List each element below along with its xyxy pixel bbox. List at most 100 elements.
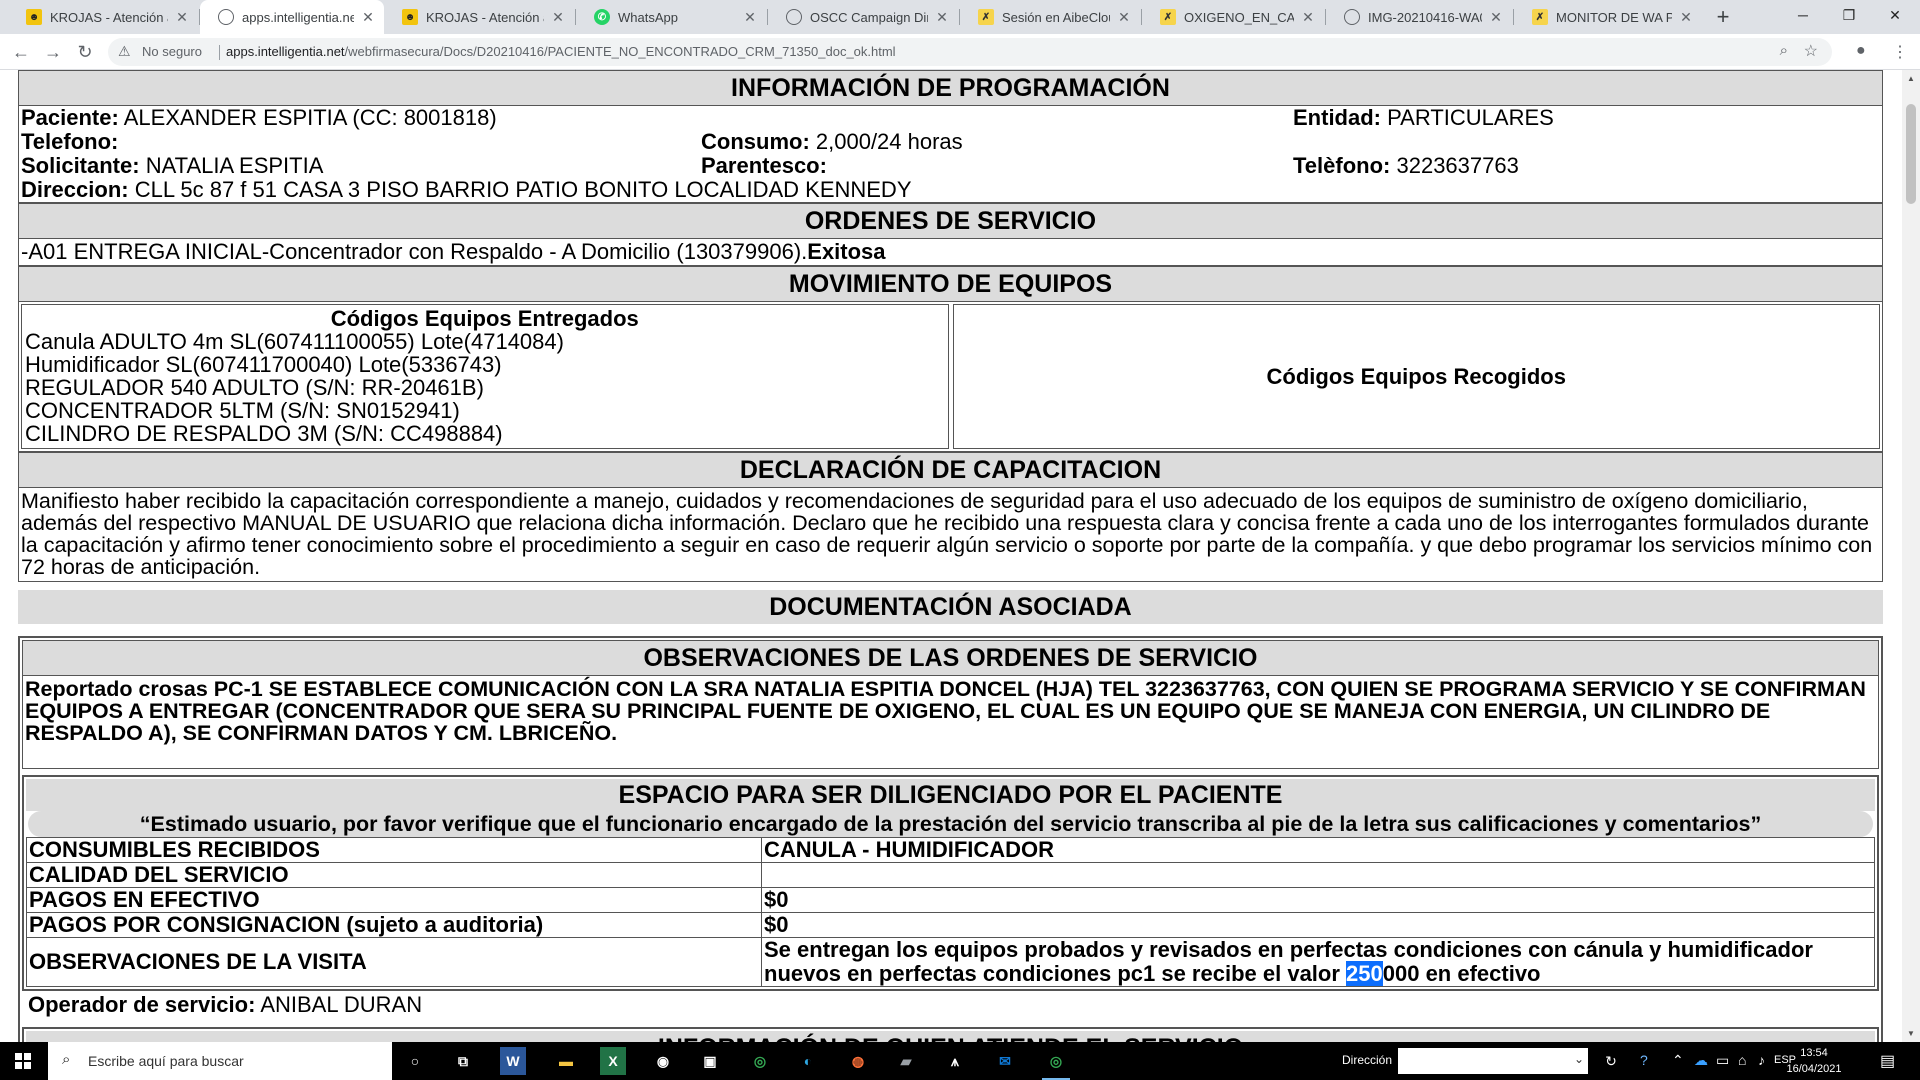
scroll-up-icon[interactable]: ▲ <box>1902 70 1920 87</box>
browser-tab[interactable]: ✆ WhatsApp ✕ <box>576 0 766 34</box>
browser-tab[interactable]: ✗ OXIGENO_EN_CASA (S ✕ <box>1142 0 1324 34</box>
security-label[interactable]: No seguro <box>142 44 202 59</box>
row-value: $0 <box>761 887 1875 913</box>
store-icon[interactable]: ▣ <box>692 1047 728 1075</box>
operador-label: Operador de servicio: <box>28 992 256 1017</box>
vertical-scrollbar[interactable]: ▲ ▼ <box>1902 70 1920 1042</box>
capacitacion-text: Manifiesto haber recibido la capacitació… <box>18 488 1883 582</box>
camera-icon[interactable]: ◉ <box>645 1047 681 1075</box>
equipos-recogidos: Códigos Equipos Recogidos <box>952 304 1880 449</box>
browser-tab[interactable]: ☻ KROJAS - Atención al U ✕ <box>8 0 198 34</box>
help-icon[interactable]: ? <box>1640 1052 1648 1068</box>
excel-icon[interactable]: X <box>600 1047 626 1075</box>
close-icon[interactable]: ✕ <box>934 9 950 26</box>
text-selection[interactable]: 250 <box>1346 961 1383 986</box>
app-icon[interactable]: ⩚ <box>937 1047 973 1075</box>
browser-tab[interactable]: OSCC Campaign Direct ✕ <box>768 0 958 34</box>
battery-icon[interactable]: ▭ <box>1716 1052 1729 1069</box>
chrome-icon[interactable]: ◎ <box>742 1047 778 1075</box>
close-icon[interactable]: ✕ <box>1300 9 1316 26</box>
close-icon[interactable]: ✕ <box>550 9 566 26</box>
browser-toolbar: ← → ↻ ⚠ No seguro apps.intelligentia.net… <box>0 34 1920 70</box>
windows-taskbar: ⌕ Escribe aquí para buscar ○ ⧉ W ▬ X ◉ ▣… <box>0 1042 1920 1080</box>
search-placeholder: Escribe aquí para buscar <box>88 1053 244 1069</box>
notifications-icon[interactable]: ▤ <box>1880 1051 1895 1071</box>
equipos-entregados: Códigos Equipos Entregados Canula ADULTO… <box>21 304 949 449</box>
start-button[interactable] <box>0 1042 48 1080</box>
cortana-icon[interactable]: ○ <box>397 1047 433 1075</box>
restore-icon[interactable]: ❐ <box>1826 0 1872 30</box>
espacio-paciente-box: ESPACIO PARA SER DILIGENCIADO POR EL PAC… <box>22 775 1879 991</box>
browser-tab-active[interactable]: apps.intelligentia.net/w ✕ <box>200 0 384 34</box>
globe-icon <box>218 9 234 25</box>
scroll-down-icon[interactable]: ▼ <box>1902 1025 1920 1042</box>
back-icon[interactable]: ← <box>8 40 34 64</box>
onedrive-icon[interactable]: ☁ <box>1694 1052 1708 1069</box>
x-logo-icon: ✗ <box>1532 9 1548 25</box>
chevron-down-icon[interactable]: ⌄ <box>1574 1052 1584 1066</box>
clock[interactable]: 13:54 16/04/2021 <box>1784 1045 1844 1077</box>
direccion-label: Direccion: <box>21 177 129 202</box>
firefox-icon[interactable]: ◍ <box>840 1047 876 1075</box>
row-label: CALIDAD DEL SERVICIO <box>26 862 762 888</box>
minimize-icon[interactable]: ─ <box>1780 0 1826 30</box>
yellow-square-icon: ☻ <box>402 9 418 25</box>
documentacion-box: OBSERVACIONES DE LAS ORDENES DE SERVICIO… <box>18 636 1883 1042</box>
close-icon[interactable]: ✕ <box>1116 9 1132 26</box>
bookmark-star-icon[interactable]: ☆ <box>1804 41 1818 61</box>
close-icon[interactable]: ✕ <box>1488 9 1504 26</box>
close-window-icon[interactable]: ✕ <box>1872 0 1918 30</box>
observaciones-visita-value: Se entregan los equipos probados y revis… <box>761 937 1875 987</box>
forward-icon[interactable]: → <box>40 40 66 64</box>
mail-icon[interactable]: ✉ <box>987 1047 1023 1075</box>
scrollbar-thumb[interactable] <box>1906 104 1916 204</box>
profile-avatar-icon[interactable]: ● <box>1856 42 1866 60</box>
espacio-paciente-table: CONSUMIBLES RECIBIDOS CANULA - HUMIDIFIC… <box>26 837 1875 987</box>
tab-title: OXIGENO_EN_CASA (S <box>1184 9 1294 25</box>
url-text[interactable]: apps.intelligentia.net/webfirmasecura/Do… <box>226 44 896 59</box>
volume-icon[interactable]: ♪ <box>1758 1052 1765 1068</box>
x-logo-icon: ✗ <box>978 9 994 25</box>
tab-title: KROJAS - Atención al U <box>426 9 544 25</box>
browser-tab[interactable]: ✗ Sesión en AibeCloud: S ✕ <box>960 0 1140 34</box>
telefono2-value: 3223637763 <box>1396 153 1519 178</box>
section-header-observaciones: OBSERVACIONES DE LAS ORDENES DE SERVICIO <box>22 640 1879 676</box>
warning-icon[interactable]: ⚠ <box>118 43 131 60</box>
equipos-recogidos-title: Códigos Equipos Recogidos <box>1266 364 1566 389</box>
task-view-icon[interactable]: ⧉ <box>445 1047 481 1075</box>
tab-title: IMG-20210416-WA000 <box>1368 9 1482 25</box>
close-icon[interactable]: ✕ <box>360 9 376 26</box>
section-header-quien-atiende: INFORMACIÓN DE QUIEN ATIENDE EL SERVICIO <box>26 1031 1875 1042</box>
obs-text-after: 000 en efectivo <box>1382 961 1541 986</box>
address-bar[interactable]: ⚠ No seguro apps.intelligentia.net/webfi… <box>108 38 1832 66</box>
browser-tab[interactable]: IMG-20210416-WA000 ✕ <box>1326 0 1512 34</box>
browser-tab[interactable]: ✗ MONITOR DE WA PEN ✕ <box>1514 0 1702 34</box>
close-icon[interactable]: ✕ <box>174 9 190 26</box>
menu-kebab-icon[interactable]: ⋮ <box>1892 42 1908 62</box>
chevron-up-icon[interactable]: ⌃ <box>1672 1052 1684 1069</box>
reload-icon[interactable]: ↻ <box>72 40 98 64</box>
row-value: $0 <box>761 912 1875 938</box>
taskbar-search[interactable]: ⌕ Escribe aquí para buscar <box>48 1042 392 1080</box>
row-label: CONSUMIBLES RECIBIDOS <box>26 837 762 863</box>
close-icon[interactable]: ✕ <box>742 9 758 26</box>
word-icon[interactable]: W <box>500 1047 526 1075</box>
chrome-active-icon[interactable]: ◎ <box>1038 1047 1074 1080</box>
url-path: /webfirmasecura/Docs/D20210416/PACIENTE_… <box>344 44 896 59</box>
zoom-icon[interactable]: ⌕ <box>1780 42 1788 59</box>
address-toolbar-input[interactable]: ⌄ <box>1398 1048 1588 1074</box>
vpn-icon[interactable]: ▰ <box>888 1047 924 1075</box>
browser-tab[interactable]: ☻ KROJAS - Atención al U ✕ <box>384 0 574 34</box>
yellow-square-icon: ☻ <box>26 9 42 25</box>
new-tab-button[interactable]: + <box>1709 4 1737 30</box>
orden-status: Exitosa <box>807 239 886 264</box>
section-header-capacitacion: DECLARACIÓN DE CAPACITACION <box>18 452 1883 488</box>
file-explorer-icon[interactable]: ▬ <box>548 1047 584 1075</box>
close-icon[interactable]: ✕ <box>1678 9 1694 26</box>
network-icon[interactable]: ⌂ <box>1738 1052 1746 1068</box>
solicitante-label: Solicitante: <box>21 153 140 178</box>
address-go-icon[interactable]: ↻ <box>1598 1048 1624 1074</box>
tab-title: KROJAS - Atención al U <box>50 9 168 25</box>
edge-icon[interactable]: ◐ <box>790 1047 826 1075</box>
address-toolbar-label: Dirección <box>1342 1053 1393 1067</box>
